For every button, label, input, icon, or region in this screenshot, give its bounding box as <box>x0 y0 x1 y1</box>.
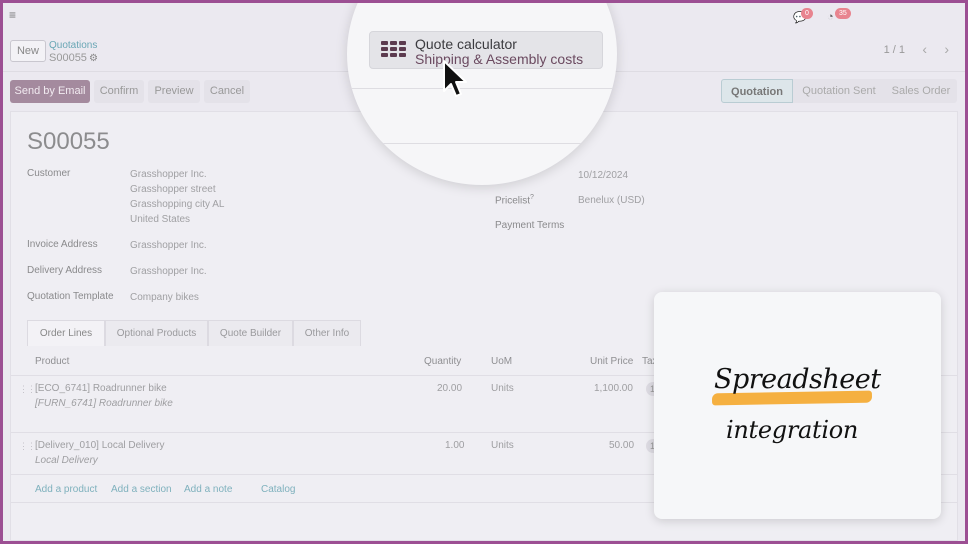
clock-icon: ◔ <box>827 11 834 23</box>
uom-cell[interactable]: Units <box>491 383 514 394</box>
delivery-address-label: Delivery Address <box>27 265 103 276</box>
drag-handle-icon[interactable]: ⋮⋮ <box>19 384 36 395</box>
tab-optional-products[interactable]: Optional Products <box>105 320 208 346</box>
customer-field[interactable]: Grasshopper Inc. Grasshopper street Gras… <box>130 167 225 227</box>
stage-quotation[interactable]: Quotation <box>721 79 793 103</box>
activities-button[interactable]: ◔ 35 <box>827 8 851 24</box>
unit-price-cell[interactable]: 50.00 <box>609 440 634 451</box>
uom-cell[interactable]: Units <box>491 440 514 451</box>
divider <box>347 143 617 144</box>
quantity-cell[interactable]: 20.00 <box>437 383 462 394</box>
callout-subtitle: integration <box>726 416 859 444</box>
customer-street: Grasshopper street <box>130 184 216 195</box>
preview-button[interactable]: Preview <box>148 80 200 103</box>
customer-country: United States <box>130 214 191 225</box>
send-by-email-button[interactable]: Send by Email <box>10 80 90 103</box>
product-description: Local Delivery <box>35 455 98 466</box>
breadcrumb-quotations[interactable]: Quotations <box>49 40 97 51</box>
unit-price-cell[interactable]: 1,100.00 <box>594 383 633 394</box>
column-header-quantity[interactable]: Quantity <box>424 356 461 367</box>
messages-badge: 0 <box>801 8 813 19</box>
tab-order-lines[interactable]: Order Lines <box>27 320 105 346</box>
stage-quotation-sent[interactable]: Quotation Sent <box>793 79 885 103</box>
add-section-link[interactable]: Add a section <box>111 484 172 495</box>
record-name: S00055 <box>49 52 87 64</box>
spreadsheet-icon <box>381 41 407 59</box>
quote-calculator-button[interactable]: Quote calculator Shipping & Assembly cos… <box>369 31 603 69</box>
quote-calculator-title: Quote calculator <box>415 36 517 52</box>
pricelist-label: Pricelist? <box>495 194 534 206</box>
payment-terms-label: Payment Terms <box>495 220 565 231</box>
quotation-template-field[interactable]: Company bikes <box>130 290 199 305</box>
product-name[interactable]: [ECO_6741] Roadrunner bike <box>35 383 167 394</box>
invoice-address-label: Invoice Address <box>27 239 98 250</box>
tab-quote-builder[interactable]: Quote Builder <box>208 320 293 346</box>
page-title: S00055 <box>27 128 110 155</box>
quotation-template-label: Quotation Template <box>27 291 114 302</box>
gear-icon[interactable]: ⚙ <box>89 53 98 64</box>
help-icon[interactable]: ? <box>530 194 534 201</box>
messages-button[interactable]: 💬 0 <box>793 8 817 24</box>
quantity-cell[interactable]: 1.00 <box>445 440 464 451</box>
mouse-pointer-icon <box>443 60 467 97</box>
customer-label: Customer <box>27 168 71 179</box>
app-window: ≡ 💬 0 ◔ 35 New Quotations S00055 ⚙ 1 / 1 … <box>3 3 965 541</box>
stage-sales-order[interactable]: Sales Order <box>885 79 957 103</box>
add-product-link[interactable]: Add a product <box>35 484 97 495</box>
chevron-right-icon[interactable]: › <box>944 41 949 57</box>
chevron-left-icon[interactable]: ‹ <box>922 41 927 57</box>
pricelist-field[interactable]: Benelux (USD) <box>578 193 645 208</box>
customer-name: Grasshopper Inc. <box>130 169 207 180</box>
feature-callout-card: Spreadsheet integration <box>654 292 941 519</box>
new-button[interactable]: New <box>10 40 46 62</box>
product-name[interactable]: [Delivery_010] Local Delivery <box>35 440 165 451</box>
confirm-button[interactable]: Confirm <box>94 80 144 103</box>
divider <box>347 88 617 89</box>
cancel-button[interactable]: Cancel <box>204 80 250 103</box>
column-header-product[interactable]: Product <box>35 356 69 367</box>
quote-calculator-subtitle: Shipping & Assembly costs <box>415 51 584 67</box>
customer-city: Grasshopping city AL <box>130 199 225 210</box>
column-header-unit-price[interactable]: Unit Price <box>590 356 633 367</box>
column-header-uom[interactable]: UoM <box>491 356 512 367</box>
callout-title: Spreadsheet <box>714 364 881 395</box>
activities-badge: 35 <box>835 8 851 19</box>
delivery-address-field[interactable]: Grasshopper Inc. <box>130 264 207 279</box>
add-note-link[interactable]: Add a note <box>184 484 232 495</box>
invoice-address-field[interactable]: Grasshopper Inc. <box>130 238 207 253</box>
drag-handle-icon[interactable]: ⋮⋮ <box>19 441 36 452</box>
breadcrumb-current: S00055 ⚙ <box>49 52 98 64</box>
pricelist-label-text: Pricelist <box>495 195 531 207</box>
product-description: [FURN_6741] Roadrunner bike <box>35 398 173 409</box>
expiration-date-field[interactable]: 10/12/2024 <box>578 168 628 183</box>
tab-other-info[interactable]: Other Info <box>293 320 361 346</box>
pager-value[interactable]: 1 / 1 <box>884 44 905 56</box>
catalog-link[interactable]: Catalog <box>261 484 295 495</box>
status-bar: Quotation Quotation Sent Sales Order <box>721 79 957 103</box>
hamburger-icon[interactable]: ≡ <box>9 9 19 21</box>
